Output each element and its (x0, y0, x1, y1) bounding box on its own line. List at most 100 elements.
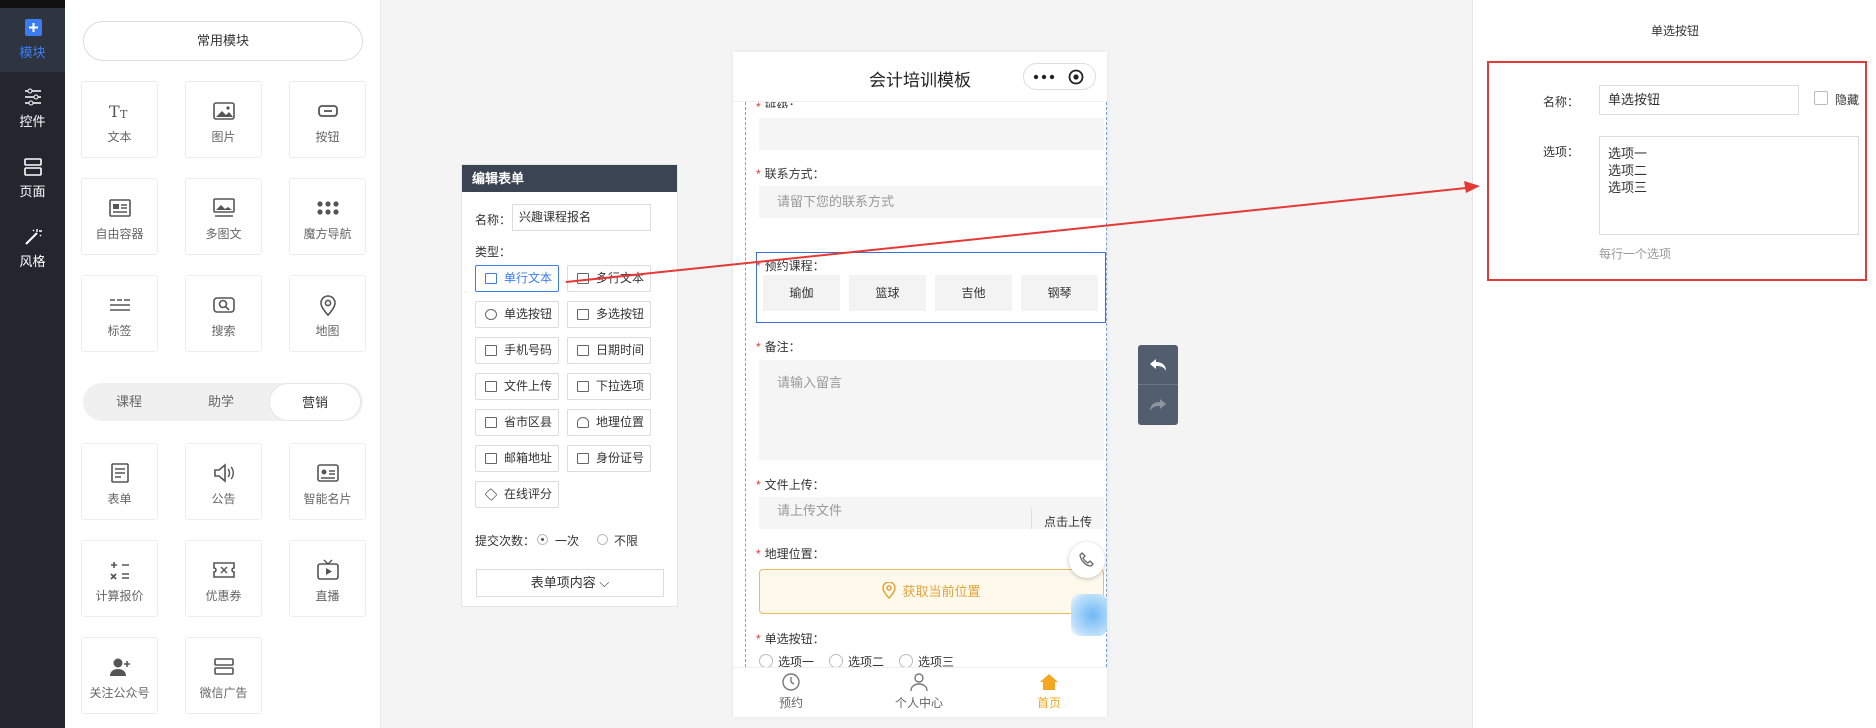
svg-text:T: T (120, 108, 128, 121)
type-label: 日期时间 (596, 343, 645, 357)
course-option-basketball[interactable]: 篮球 (849, 275, 926, 311)
contact-input[interactable]: 请留下您的联系方式 (759, 186, 1104, 218)
common-modules-button[interactable]: 常用模块 (83, 21, 363, 61)
module-label: 优惠券 (205, 589, 242, 603)
mini-program-capsule[interactable] (1023, 63, 1096, 90)
module-tile-follow-account[interactable]: 关注公众号 (81, 637, 158, 714)
module-tile-text[interactable]: TT 文本 (81, 81, 158, 158)
call-floating-button[interactable] (1069, 542, 1105, 578)
submit-unlimited-radio[interactable] (597, 534, 608, 545)
prop-options-label: 选项： (1543, 145, 1580, 159)
type-region[interactable]: 省市区县 (475, 409, 559, 436)
module-tile-tag[interactable]: 标签 (81, 275, 158, 352)
class-input[interactable] (759, 118, 1104, 150)
module-tile-grid-nav[interactable]: 魔方导航 (289, 178, 366, 255)
type-label: 下拉选项 (596, 379, 645, 393)
redo-button[interactable] (1138, 385, 1178, 425)
text-icon: TT (109, 102, 128, 121)
type-checkbox[interactable]: 多选按钮 (567, 301, 651, 328)
type-phone[interactable]: 手机号码 (475, 337, 559, 364)
nav-item-style[interactable]: 风格 (0, 227, 65, 270)
location-button-label: 获取当前位置 (902, 584, 981, 599)
type-label: 身份证号 (596, 451, 645, 465)
module-tile-image[interactable]: 图片 (185, 81, 262, 158)
type-dropdown[interactable]: 下拉选项 (567, 373, 651, 400)
form-name-input[interactable]: 兴趣课程报名 (512, 204, 651, 231)
module-label: 智能名片 (303, 492, 352, 506)
module-tile-live[interactable]: 直播 (289, 540, 366, 617)
module-tile-calculator[interactable]: 计算报价 (81, 540, 158, 617)
module-tile-multi-image[interactable]: 多图文 (185, 178, 262, 255)
layout-icon (23, 158, 42, 176)
module-tile-smart-card[interactable]: 智能名片 (289, 443, 366, 520)
button-icon (317, 105, 338, 117)
phone-tabbar: 预约 个人中心 首页 (733, 667, 1107, 717)
type-datetime[interactable]: 日期时间 (567, 337, 651, 364)
type-single-line-text[interactable]: 单行文本 (475, 265, 559, 292)
radio-option-3[interactable] (899, 654, 913, 668)
radio-option-1[interactable] (759, 654, 773, 668)
properties-panel: 单选按钮 名称： 单选按钮 隐藏 选项： 选项一 选项二 选项三 每行一个选项 (1472, 0, 1876, 728)
location-icon (577, 417, 589, 428)
nav-item-modules[interactable]: 模块 (0, 18, 65, 61)
module-tile-button[interactable]: 按钮 (289, 81, 366, 158)
type-label: 地理位置 (596, 415, 645, 429)
course-option-yoga[interactable]: 瑜伽 (763, 275, 840, 311)
service-floating-button[interactable] (1071, 594, 1107, 636)
form-items-content-button[interactable]: 表单项内容 ⌵ (476, 569, 664, 597)
type-label: 手机号码 (504, 343, 553, 357)
upload-button[interactable]: 点击上传 (1031, 509, 1104, 529)
prop-options-textarea[interactable]: 选项一 选项二 选项三 (1599, 136, 1859, 235)
module-label: 公告 (211, 492, 236, 506)
nav-item-controls[interactable]: 控件 (0, 87, 65, 130)
radio-option-2[interactable] (829, 654, 843, 668)
type-label: 单选按钮 (504, 307, 553, 321)
module-label: 按钮 (315, 130, 340, 144)
nav-item-pages[interactable]: 页面 (0, 157, 65, 200)
type-file-upload[interactable]: 文件上传 (475, 373, 559, 400)
tabbar-item-home[interactable]: 首页 (1009, 672, 1089, 711)
tabbar-item-profile[interactable]: 个人中心 (879, 672, 959, 711)
module-label: 自由容器 (95, 227, 144, 241)
grid-dots-icon (316, 201, 339, 215)
hide-checkbox[interactable] (1814, 91, 1828, 105)
multi-image-icon (212, 198, 235, 217)
module-tile-map[interactable]: 地图 (289, 275, 366, 352)
get-location-button[interactable]: 获取当前位置 (759, 569, 1104, 614)
redo-icon (1150, 399, 1166, 411)
type-rating[interactable]: 在线评分 (475, 481, 559, 508)
prop-name-input[interactable]: 单选按钮 (1599, 85, 1799, 115)
module-tile-coupon[interactable]: 优惠券 (185, 540, 262, 617)
properties-title: 单选按钮 (1650, 24, 1699, 38)
tab-course[interactable]: 课程 (83, 383, 175, 421)
submit-count-label: 提交次数： (475, 534, 536, 548)
type-email[interactable]: 邮箱地址 (475, 445, 559, 472)
module-tile-container[interactable]: 自由容器 (81, 178, 158, 255)
type-multi-line-text[interactable]: 多行文本 (567, 265, 651, 292)
type-label: 文件上传 (504, 379, 553, 393)
prop-name-label: 名称： (1543, 95, 1580, 109)
module-tile-wechat-ad[interactable]: 微信广告 (185, 637, 262, 714)
course-option-guitar[interactable]: 吉他 (935, 275, 1012, 311)
module-tile-announcement[interactable]: 公告 (185, 443, 262, 520)
course-option-piano[interactable]: 钢琴 (1021, 275, 1098, 311)
tab-study-aid[interactable]: 助学 (175, 383, 267, 421)
tabbar-item-booking[interactable]: 预约 (751, 672, 831, 711)
module-tile-form[interactable]: 表单 (81, 443, 158, 520)
card-icon (316, 464, 339, 482)
remark-textarea[interactable]: 请输入留言 (759, 360, 1104, 460)
type-id-card[interactable]: 身份证号 (567, 445, 651, 472)
module-category-tabs: 课程 助学 营销 (83, 383, 363, 421)
type-radio[interactable]: 单选按钮 (475, 301, 559, 328)
home-icon (1040, 674, 1058, 690)
calculator-icon (109, 562, 129, 580)
tab-marketing[interactable]: 营销 (269, 383, 361, 421)
highlight-box: 名称： 单选按钮 隐藏 选项： 选项一 选项二 选项三 每行一个选项 (1487, 61, 1867, 281)
type-location[interactable]: 地理位置 (567, 409, 651, 436)
undo-button[interactable] (1138, 345, 1178, 385)
ad-icon (213, 658, 234, 675)
submit-once-radio[interactable] (537, 534, 548, 545)
form-canvas: * 班级： * 联系方式： 请留下您的联系方式 * 预约课程： 瑜伽 篮球 吉他 钢琴… (745, 100, 1107, 669)
module-label: 标签 (107, 324, 132, 338)
module-tile-search[interactable]: 搜索 (185, 275, 262, 352)
